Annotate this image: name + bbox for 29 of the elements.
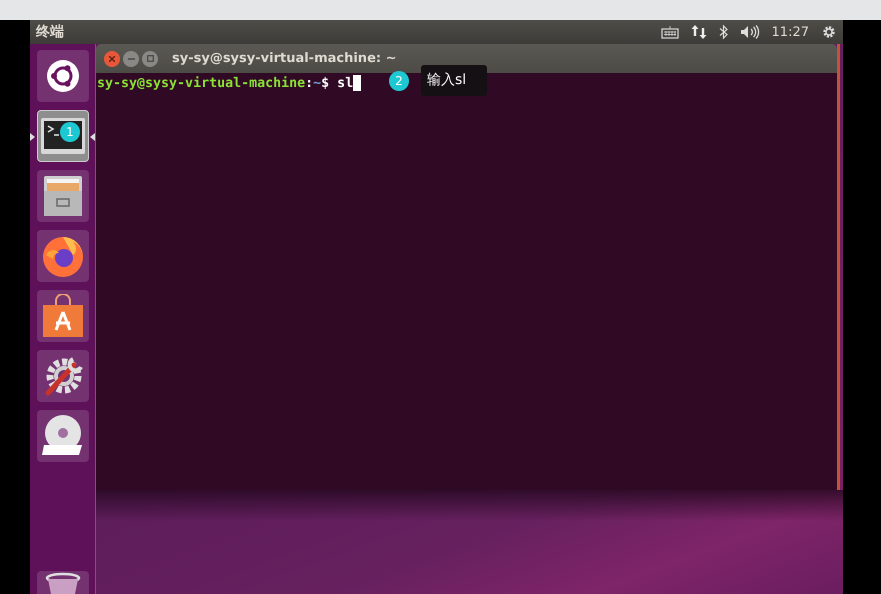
keyboard-icon[interactable] bbox=[660, 25, 679, 39]
settings-launcher-button[interactable] bbox=[36, 350, 88, 402]
active-arrow-icon bbox=[30, 133, 35, 141]
close-button[interactable] bbox=[104, 50, 120, 66]
file-cabinet-icon bbox=[42, 174, 84, 218]
minimize-icon bbox=[128, 58, 134, 60]
ubuntu-launcher-button[interactable] bbox=[36, 50, 88, 102]
terminal-title: sy-sy@sysy-virtual-machine: ~ bbox=[172, 51, 396, 66]
minimize-button[interactable] bbox=[123, 50, 139, 66]
shopping-bag-icon bbox=[40, 294, 84, 338]
power-gear-icon[interactable] bbox=[821, 24, 837, 40]
maximize-icon bbox=[146, 55, 154, 62]
annotation-note: 输入sl bbox=[421, 65, 487, 96]
store-launcher-button[interactable] bbox=[36, 290, 88, 342]
active-arrow-icon bbox=[90, 133, 95, 141]
dvd-launcher-button[interactable] bbox=[36, 410, 88, 462]
terminal-launcher-button[interactable] bbox=[36, 110, 88, 162]
network-icon[interactable] bbox=[690, 24, 707, 40]
browser-launcher-button[interactable] bbox=[36, 230, 88, 282]
clock[interactable]: 11:27 bbox=[772, 24, 809, 40]
text-cursor bbox=[353, 75, 362, 91]
trash-launcher-button[interactable] bbox=[36, 571, 88, 594]
window-title: 终端 bbox=[36, 23, 64, 41]
close-icon bbox=[109, 56, 115, 62]
volume-icon[interactable] bbox=[740, 24, 760, 40]
command-line: sy-sy@sysy-virtual-machine:~$ sl bbox=[97, 76, 354, 90]
bluetooth-icon[interactable] bbox=[718, 24, 728, 40]
maximize-button[interactable] bbox=[142, 50, 158, 66]
files-launcher-button[interactable] bbox=[36, 170, 88, 222]
